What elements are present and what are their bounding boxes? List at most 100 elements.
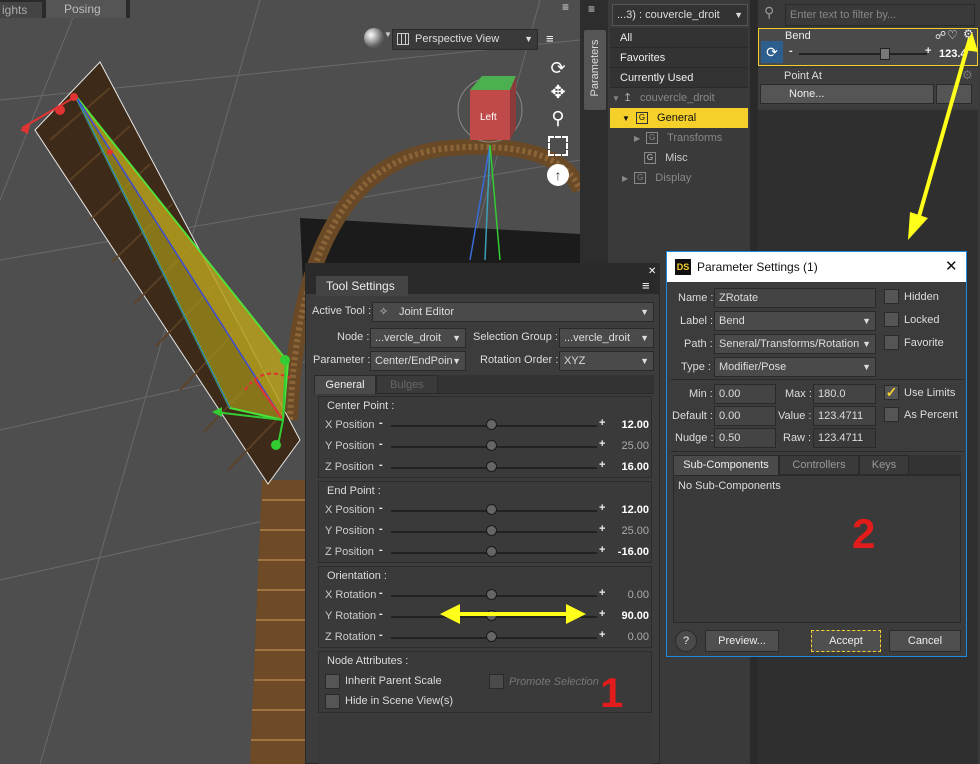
filter-currently-used[interactable]: Currently Used [610, 68, 748, 88]
slider-value[interactable]: 16.00 [609, 461, 649, 473]
dialog-close-icon[interactable]: ✕ [945, 257, 958, 275]
camera-dropdown-icon[interactable]: ▼ [384, 30, 392, 39]
chevron-down-icon[interactable]: ▼ [860, 335, 871, 353]
help-button[interactable]: ? [675, 630, 697, 652]
slider-plus[interactable]: + [599, 629, 605, 641]
tab-posing[interactable]: Posing [46, 0, 126, 18]
zoom-icon[interactable]: ⚲ [546, 108, 570, 130]
slider-minus[interactable]: - [379, 523, 383, 535]
slider-knob[interactable] [486, 525, 497, 536]
slider-value[interactable]: 90.00 [609, 610, 649, 622]
tab-lights[interactable]: ights [0, 2, 42, 18]
raw-field[interactable]: 123.4711 [813, 428, 876, 448]
slider-value[interactable]: 0.00 [609, 631, 649, 643]
favorite-checkbox[interactable] [884, 335, 899, 350]
node-select[interactable]: ...vercle_droit ▼ [370, 328, 466, 348]
view-options-icon[interactable]: ≡ [546, 31, 566, 49]
tab-keys[interactable]: Keys [859, 455, 909, 475]
slider-row[interactable]: Z Position - +16.00 [319, 457, 659, 478]
parameters-vertical-tab[interactable]: Parameters [584, 30, 606, 110]
cancel-button[interactable]: Cancel [889, 630, 961, 652]
inherit-parent-scale-checkbox[interactable] [325, 674, 340, 689]
locked-checkbox[interactable] [884, 312, 899, 327]
slider-minus[interactable]: - [379, 629, 383, 641]
param-bend-knob[interactable] [879, 48, 890, 60]
view-selector[interactable]: Perspective View ▼ [392, 29, 538, 50]
use-limits-checkbox[interactable]: ✓ [884, 385, 899, 400]
rotation-order-select[interactable]: XYZ ▼ [559, 351, 654, 371]
dialog-titlebar[interactable]: DS Parameter Settings (1) ✕ [667, 252, 966, 282]
slider-plus[interactable]: + [599, 459, 605, 471]
search-input[interactable]: Enter text to filter by... [785, 4, 975, 26]
type-select[interactable]: Modifier/Pose ▼ [714, 357, 876, 377]
nudge-field[interactable]: 0.50 [714, 428, 776, 448]
tab-general[interactable]: General [314, 375, 376, 394]
pane-options-icon[interactable]: ≡ [588, 2, 595, 16]
hide-in-scene-view-checkbox[interactable] [325, 694, 340, 709]
slider-plus[interactable]: + [599, 608, 605, 620]
slider-plus[interactable]: + [599, 544, 605, 556]
slider-knob[interactable] [486, 504, 497, 515]
tree-group-transforms[interactable]: ▶ G Transforms [634, 128, 722, 148]
slider-minus[interactable]: - [379, 438, 383, 450]
slider-minus[interactable]: - [379, 544, 383, 556]
selection-group-select[interactable]: ...vercle_droit ▼ [559, 328, 654, 348]
value-field[interactable]: 123.4711 [813, 406, 876, 426]
slider-value[interactable]: 25.00 [609, 440, 649, 452]
slider-plus[interactable]: + [599, 417, 605, 429]
path-field[interactable]: Seneral/Transforms/Rotation ▼ [714, 334, 876, 354]
tree-group-general[interactable]: ▼ G General [610, 108, 748, 128]
tab-controllers[interactable]: Controllers [779, 455, 859, 475]
view-cube-label[interactable]: Left [480, 112, 497, 123]
default-field[interactable]: 0.00 [714, 406, 776, 426]
max-field[interactable]: 180.0 [813, 384, 876, 404]
slider-minus[interactable]: - [379, 459, 383, 471]
slider-knob[interactable] [486, 461, 497, 472]
draw-style-icon[interactable] [364, 28, 384, 48]
slider-row[interactable]: X Position - +12.00 [319, 415, 659, 436]
close-icon[interactable]: ✕ [648, 266, 656, 277]
slider-knob[interactable] [486, 546, 497, 557]
slider-row[interactable]: Z Rotation - +0.00 [319, 627, 659, 648]
pan-icon[interactable]: ✥ [546, 82, 570, 104]
slider-row[interactable]: Z Position - + -16.00 [319, 542, 659, 563]
preview-button[interactable]: Preview... [705, 630, 779, 652]
slider-value[interactable]: 0.00 [609, 589, 649, 601]
as-percent-checkbox[interactable] [884, 407, 899, 422]
pane-options-icon[interactable]: ≡ [642, 278, 650, 293]
slider-minus[interactable]: - [379, 608, 383, 620]
tree-node-root[interactable]: ▼ ↥ couvercle_droit [612, 88, 715, 108]
slider-minus[interactable]: - [379, 417, 383, 429]
promote-selection-checkbox[interactable] [489, 674, 504, 689]
tree-group-display[interactable]: ▶ G Display [622, 168, 691, 188]
slider-plus[interactable]: + [599, 502, 605, 514]
node-dropdown[interactable]: ...3) : couvercle_droit ▼ [612, 4, 748, 26]
slider-plus[interactable]: + [599, 523, 605, 535]
active-tool-dropdown[interactable]: ✧ Joint Editor ▼ [372, 302, 654, 322]
tool-settings-tab[interactable]: Tool Settings [316, 276, 408, 296]
filter-favorites[interactable]: Favorites [610, 48, 748, 68]
reset-view-icon[interactable]: ↑ [547, 164, 569, 186]
filter-all[interactable]: All [610, 28, 748, 48]
min-field[interactable]: 0.00 [714, 384, 776, 404]
slider-value[interactable]: 12.00 [609, 504, 649, 516]
slider-value[interactable]: 25.00 [609, 525, 649, 537]
orbit-icon[interactable]: ⟳ [546, 58, 570, 80]
tree-group-misc[interactable]: G Misc [644, 148, 688, 168]
slider-value[interactable]: -16.00 [609, 546, 649, 558]
label-field[interactable]: Bend ▼ [714, 311, 876, 331]
slider-minus[interactable]: - [379, 502, 383, 514]
slider-knob[interactable] [486, 419, 497, 430]
parameter-select[interactable]: Center/EndPoin ▼ [370, 351, 466, 371]
tab-sub-components[interactable]: Sub-Components [673, 455, 779, 475]
slider-knob[interactable] [486, 440, 497, 451]
viewport-menu-icon[interactable]: ≡ [562, 0, 578, 16]
slider-plus[interactable]: + [599, 587, 605, 599]
hidden-checkbox[interactable] [884, 289, 899, 304]
slider-knob[interactable] [486, 631, 497, 642]
slider-row[interactable]: Y Position - +25.00 [319, 436, 659, 457]
tab-bulges[interactable]: Bulges [376, 375, 438, 394]
slider-minus[interactable]: - [379, 587, 383, 599]
slider-row[interactable]: Y Position - +25.00 [319, 521, 659, 542]
name-field[interactable]: ZRotate [714, 288, 876, 308]
